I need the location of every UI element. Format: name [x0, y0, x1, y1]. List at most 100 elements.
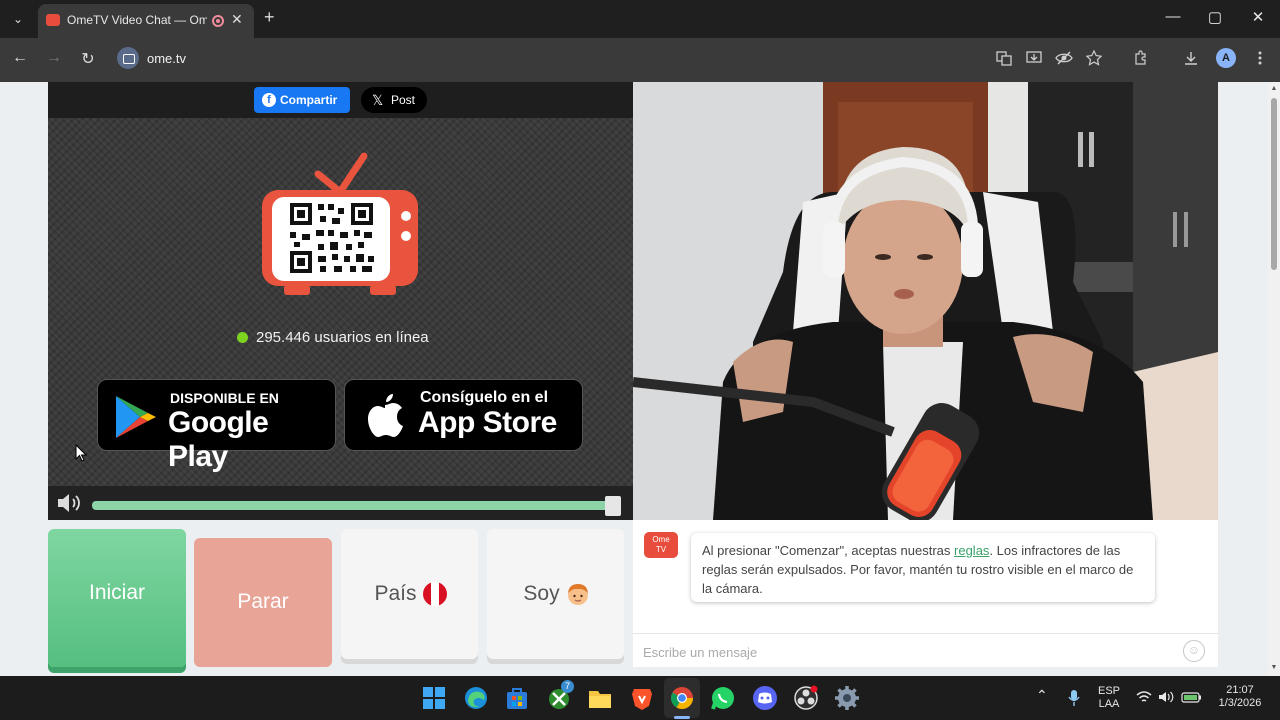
browser-tab-bar: ⌄ OmeTV Video Chat — Ome ✕ + — ▢ ✕: [0, 0, 1280, 38]
tab-close-button[interactable]: ✕: [231, 11, 243, 28]
address-bar[interactable]: ome.tv: [147, 51, 186, 66]
google-play-big-text: Google Play: [168, 406, 269, 473]
tab-title: OmeTV Video Chat — Ome: [67, 13, 207, 27]
reload-button[interactable]: ↻: [78, 49, 98, 69]
google-play-icon: [116, 396, 156, 438]
site-info-icon[interactable]: [117, 47, 139, 69]
google-play-button[interactable]: DISPONIBLE EN Google Play: [97, 379, 336, 473]
new-tab-button[interactable]: +: [264, 7, 275, 28]
forward-button[interactable]: →: [44, 49, 64, 67]
speaker-icon[interactable]: [1158, 690, 1174, 704]
boy-emoji-icon: [568, 584, 588, 605]
apple-logo-icon: [368, 394, 403, 437]
active-app-indicator: [674, 716, 690, 719]
system-message-bubble: Al presionar "Comenzar", aceptas nuestra…: [691, 533, 1155, 602]
webcam-feed-image: [633, 82, 1218, 520]
facebook-share-button[interactable]: f Compartir: [254, 87, 350, 113]
ometv-logo: Ome TV: [644, 532, 678, 558]
stranger-video-panel: f Compartir 𝕏 Post 295.446 usuarios en l…: [48, 82, 633, 520]
discord-icon[interactable]: [751, 684, 779, 712]
scroll-down-arrow-icon[interactable]: ▼: [1270, 664, 1278, 672]
ometv-page: f Compartir 𝕏 Post 295.446 usuarios en l…: [0, 82, 1268, 676]
wifi-icon[interactable]: [1136, 690, 1152, 704]
keyboard-layout-code: LAA: [1098, 698, 1120, 710]
file-explorer-icon[interactable]: [586, 684, 614, 712]
clock-time: 21:07: [1226, 684, 1254, 696]
chrome-browser-icon[interactable]: [668, 684, 696, 712]
stop-button[interactable]: Parar: [194, 538, 332, 667]
settings-gear-icon[interactable]: [833, 684, 861, 712]
microphone-icon[interactable]: [1067, 689, 1081, 707]
start-button-label: Iniciar: [88, 581, 146, 604]
app-store-small-text: Consíguelo en el: [420, 389, 549, 406]
start-button[interactable]: Iniciar: [48, 529, 186, 667]
browser-menu-icon[interactable]: [1250, 50, 1270, 70]
whatsapp-icon[interactable]: [709, 684, 737, 712]
eye-off-icon[interactable]: [1054, 50, 1074, 70]
keyboard-language-indicator[interactable]: ESP LAA: [1094, 685, 1124, 711]
translate-icon[interactable]: [994, 50, 1014, 70]
online-status-dot: [237, 332, 248, 343]
edge-browser-icon[interactable]: [462, 684, 490, 712]
emoji-smiley-icon[interactable]: ☺: [1183, 640, 1205, 662]
browser-toolbar: ← → ↻ ome.tv A: [0, 38, 1280, 82]
active-tab[interactable]: OmeTV Video Chat — Ome ✕: [38, 4, 254, 38]
microsoft-store-icon[interactable]: [503, 684, 531, 712]
peru-flag-icon: [423, 582, 447, 606]
clock[interactable]: 21:07 1/3/2026: [1210, 684, 1270, 710]
recording-indicator-icon: [212, 15, 224, 27]
online-users-text: 295.446 usuarios en línea: [256, 329, 429, 346]
x-logo-icon: 𝕏: [372, 92, 384, 108]
bookmark-star-icon[interactable]: [1084, 49, 1104, 70]
facebook-share-label: Compartir: [280, 93, 338, 107]
speaker-volume-icon[interactable]: [56, 492, 84, 514]
brave-browser-icon[interactable]: [628, 684, 656, 712]
stop-button-label: Parar: [237, 590, 289, 613]
profile-avatar[interactable]: A: [1216, 48, 1236, 68]
country-filter-button[interactable]: País: [341, 529, 478, 659]
tab-search-button[interactable]: ⌄: [8, 9, 28, 29]
x-post-label: Post: [391, 93, 416, 107]
language-code: ESP: [1097, 685, 1120, 697]
volume-slider-handle[interactable]: [605, 496, 621, 516]
extensions-icon[interactable]: [1131, 50, 1151, 70]
battery-charging-icon[interactable]: [1181, 690, 1203, 704]
back-button[interactable]: ←: [10, 49, 30, 67]
clock-date: 1/3/2026: [1218, 697, 1262, 709]
share-bar: f Compartir 𝕏 Post: [48, 82, 633, 118]
install-app-icon[interactable]: [1024, 50, 1044, 70]
volume-slider-track[interactable]: [92, 501, 613, 510]
scroll-up-arrow-icon[interactable]: ▲: [1270, 85, 1278, 93]
facebook-icon: f: [262, 93, 276, 107]
tv-qr-code-icon: [262, 152, 418, 295]
downloads-icon[interactable]: [1181, 50, 1201, 70]
app-store-button[interactable]: Consíguelo en el App Store: [344, 379, 583, 451]
xbox-icon[interactable]: 7: [545, 680, 574, 712]
online-users-count: 295.446 usuarios en línea: [237, 329, 429, 346]
obs-studio-icon[interactable]: [792, 684, 820, 712]
logo-text-bottom: TV: [655, 545, 667, 554]
message-text-start: Al presionar "Comenzar", aceptas nuestra…: [702, 543, 955, 558]
minimize-button[interactable]: —: [1163, 8, 1183, 25]
message-composer: ☺: [633, 633, 1218, 667]
rules-link[interactable]: reglas: [954, 543, 989, 558]
window-close-button[interactable]: ✕: [1248, 8, 1268, 26]
windows-start-icon[interactable]: [420, 684, 448, 712]
scrollbar-thumb[interactable]: [1271, 98, 1277, 270]
logo-text-top: Ome: [652, 535, 670, 544]
windows-taskbar: 7 ⌃ ESP LAA 21:07 1/3/2026: [0, 676, 1280, 720]
tray-overflow-chevron-icon[interactable]: ⌃: [1036, 688, 1048, 702]
self-camera-video: [633, 82, 1218, 520]
chat-panel: Ome TV Al presionar "Comenzar", aceptas …: [633, 520, 1218, 667]
app-store-big-text: App Store: [418, 406, 557, 439]
volume-bar: [48, 486, 633, 520]
xbox-notification-badge: 7: [561, 680, 574, 693]
google-play-small-text: DISPONIBLE EN: [170, 390, 279, 406]
mouse-cursor-icon: [75, 444, 87, 462]
gender-select-button[interactable]: Soy: [487, 529, 624, 659]
maximize-button[interactable]: ▢: [1205, 8, 1225, 26]
ometv-favicon-icon: [46, 14, 60, 26]
x-post-button[interactable]: 𝕏 Post: [361, 87, 427, 113]
message-input[interactable]: [643, 642, 1163, 662]
page-scrollbar[interactable]: ▲ ▼: [1268, 82, 1280, 676]
